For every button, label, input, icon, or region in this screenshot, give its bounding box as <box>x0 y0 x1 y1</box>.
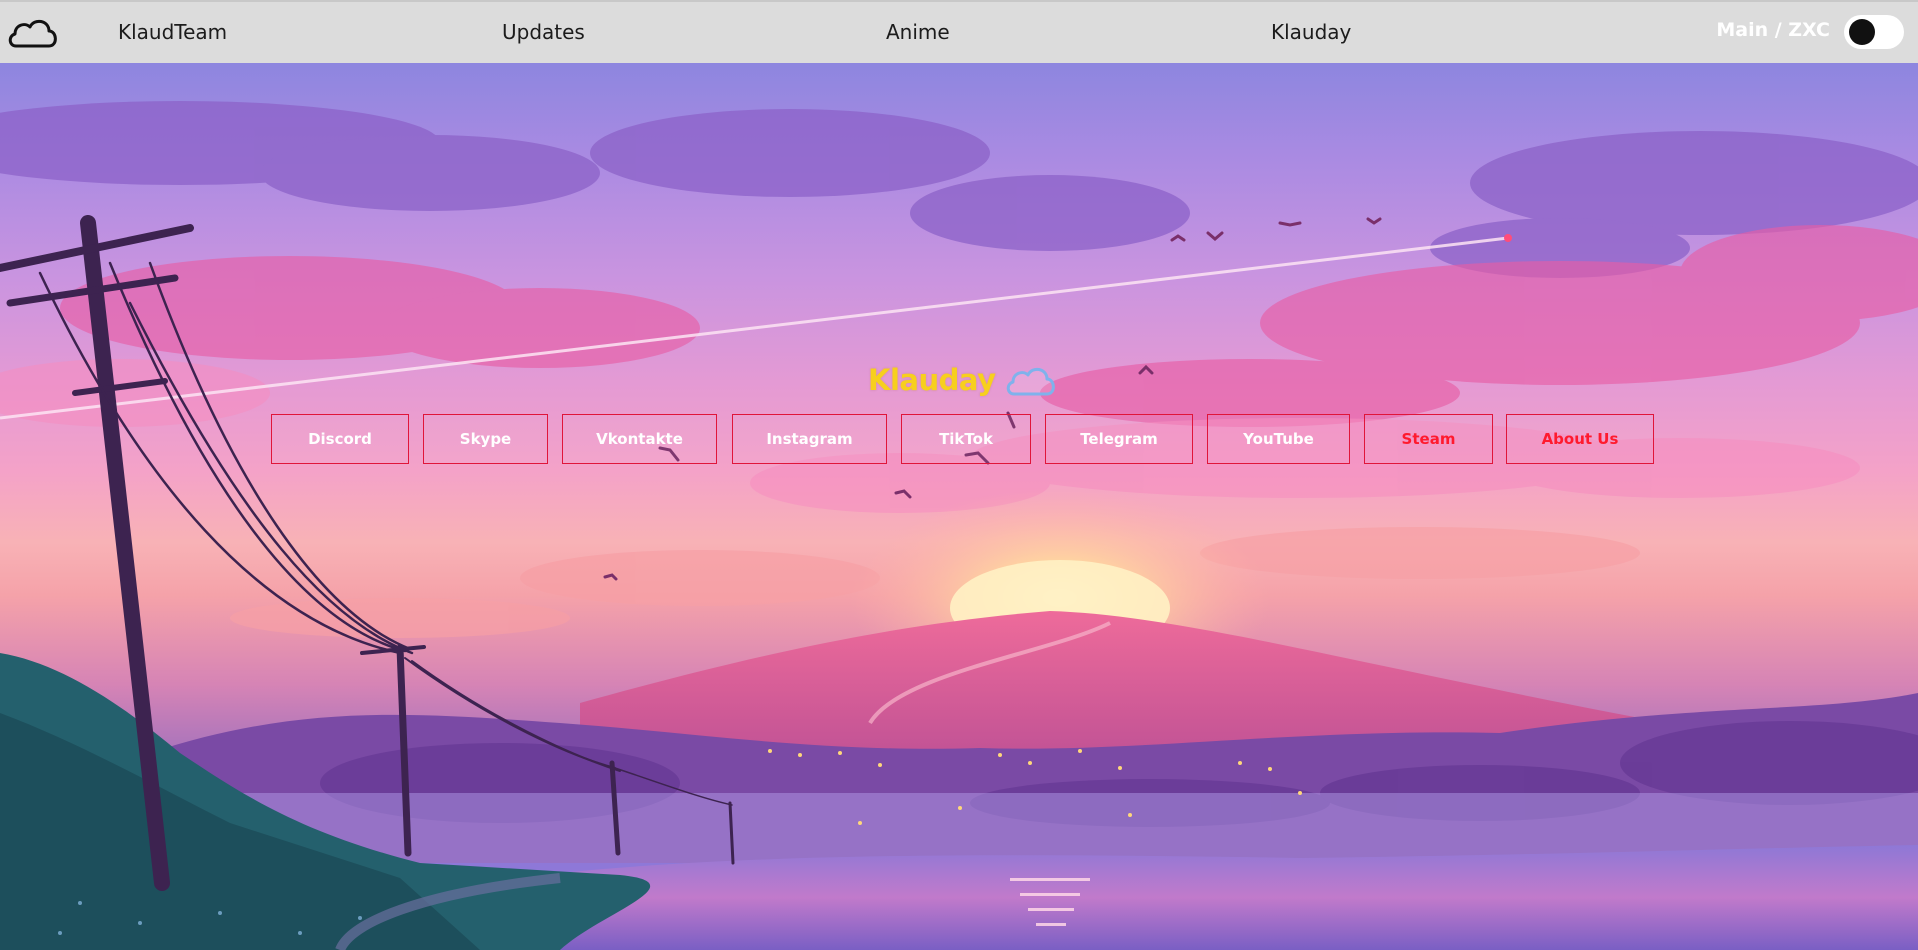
telegram-button[interactable]: Telegram <box>1045 414 1193 464</box>
nav-link-klaudteam[interactable]: KlaudTeam <box>118 20 227 44</box>
tiktok-button[interactable]: TikTok <box>901 414 1031 464</box>
skype-button[interactable]: Skype <box>423 414 548 464</box>
cloud-icon <box>1007 367 1056 396</box>
top-navbar: KlaudTeam Updates Anime Klauday Main / Z… <box>0 0 1918 63</box>
youtube-button[interactable]: YouTube <box>1207 414 1350 464</box>
nav-link-anime[interactable]: Anime <box>886 20 950 44</box>
theme-toggle[interactable] <box>1844 15 1904 49</box>
cloud-outline-icon[interactable] <box>6 14 58 52</box>
nav-link-klauday[interactable]: Klauday <box>1271 20 1351 44</box>
toggle-knob <box>1849 19 1875 45</box>
brand-text: Klauday <box>868 363 996 397</box>
brand-title: Klauday <box>868 361 1057 399</box>
hero-section: Klauday Discord Skype Vkontakte Instagra… <box>0 63 1918 950</box>
vkontakte-button[interactable]: Vkontakte <box>562 414 717 464</box>
background-scene <box>0 101 1918 950</box>
discord-button[interactable]: Discord <box>271 414 409 464</box>
about-us-button[interactable]: About Us <box>1506 414 1654 464</box>
mode-label: Main / ZXC <box>1716 19 1830 41</box>
steam-button[interactable]: Steam <box>1364 414 1493 464</box>
nav-link-updates[interactable]: Updates <box>502 20 585 44</box>
instagram-button[interactable]: Instagram <box>732 414 887 464</box>
